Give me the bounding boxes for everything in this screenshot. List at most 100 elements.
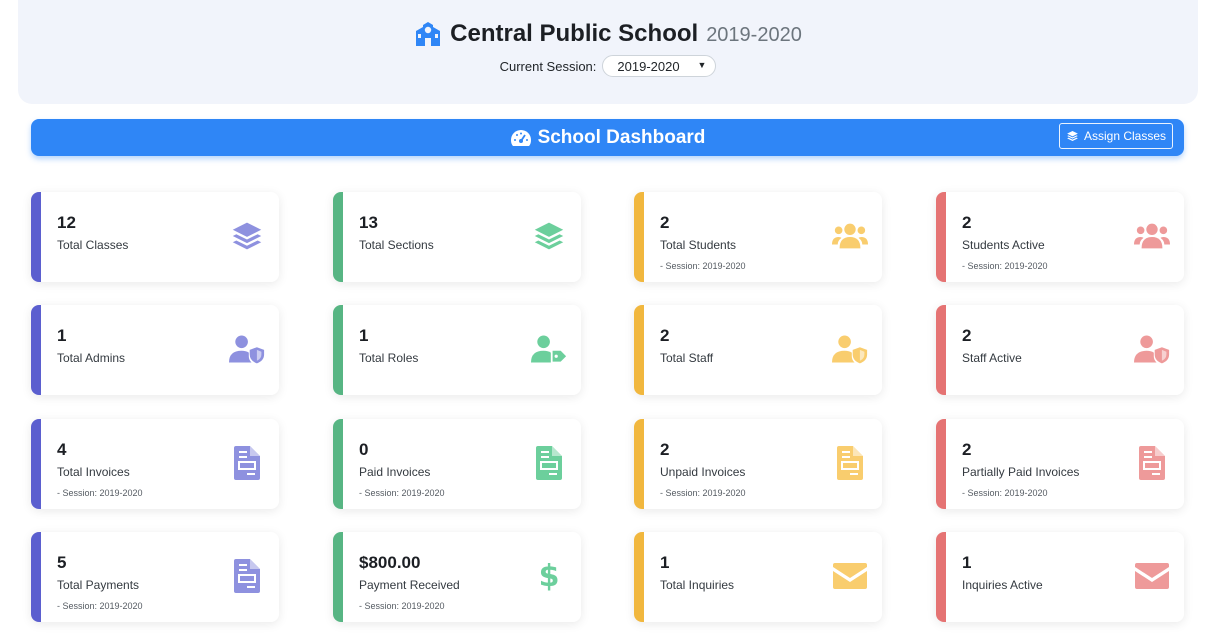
user-shield-icon <box>229 331 265 367</box>
stat-value: 2 <box>962 326 972 345</box>
stat-label: Paid Invoices <box>359 465 431 479</box>
layers-icon <box>229 218 265 254</box>
stat-card[interactable]: 2 Partially Paid Invoices - Session: 2019-… <box>936 419 1184 509</box>
stat-value: 1 <box>660 553 670 572</box>
stat-session: - Session: 2019-2020 <box>359 488 445 498</box>
card-accent-bar <box>31 305 41 395</box>
stat-card[interactable]: 2 Total Staff <box>634 305 882 395</box>
dashboard-title-text: School Dashboard <box>537 126 706 148</box>
stat-session: - Session: 2019-2020 <box>660 261 746 271</box>
school-icon <box>414 21 442 47</box>
school-title-row: Central Public School 2019-2020 <box>414 19 802 49</box>
gauge-icon <box>510 129 532 147</box>
stat-label: Payment Received <box>359 578 460 592</box>
stat-label: Partially Paid Invoices <box>962 465 1080 479</box>
layers-icon <box>531 218 567 254</box>
stat-value: 1 <box>57 326 67 345</box>
assign-classes-label: Assign Classes <box>1083 129 1166 143</box>
stat-session: - Session: 2019-2020 <box>962 488 1048 498</box>
stat-label: Total Admins <box>57 351 126 365</box>
stat-label: Total Roles <box>359 351 419 365</box>
stat-label: Inquiries Active <box>962 578 1043 592</box>
stat-card[interactable]: 5 Total Payments - Session: 2019-2020 <box>31 532 279 622</box>
invoice-icon <box>531 445 567 481</box>
card-accent-bar <box>333 192 343 282</box>
dashboard-bar: School Dashboard Assign Classes <box>31 119 1184 156</box>
invoice-icon <box>832 445 868 481</box>
stat-card[interactable]: 1 Inquiries Active <box>936 532 1184 622</box>
card-accent-bar <box>936 192 946 282</box>
stat-value: 2 <box>962 440 972 459</box>
user-tag-icon <box>531 331 567 367</box>
envelope-icon <box>832 558 868 594</box>
stat-label: Unpaid Invoices <box>660 465 746 479</box>
stat-value: 5 <box>57 553 67 572</box>
stat-session: - Session: 2019-2020 <box>359 601 445 611</box>
stat-session: - Session: 2019-2020 <box>57 601 143 611</box>
user-shield-icon <box>1134 331 1170 367</box>
user-shield-icon <box>832 331 868 367</box>
stat-session: - Session: 2019-2020 <box>962 261 1048 271</box>
chevron-down-icon: ▼ <box>697 60 707 70</box>
stat-value: 12 <box>57 213 76 232</box>
stat-label: Total Staff <box>660 351 714 365</box>
stat-card[interactable]: 2 Total Students - Session: 2019-2020 <box>634 192 882 282</box>
session-select[interactable]: 2019-2020 ▼ <box>602 55 717 77</box>
invoice-icon <box>1134 445 1170 481</box>
stat-value: 2 <box>660 440 670 459</box>
layers-icon <box>1066 130 1079 142</box>
card-accent-bar <box>634 532 644 622</box>
card-accent-bar <box>634 192 644 282</box>
card-accent-bar <box>634 419 644 509</box>
stat-value: 1 <box>962 553 972 572</box>
stat-label: Total Inquiries <box>660 578 735 592</box>
stat-label: Total Sections <box>359 238 434 252</box>
stat-label: Total Payments <box>57 578 140 592</box>
stat-label: Total Classes <box>57 238 129 252</box>
stat-value: 2 <box>962 213 972 232</box>
stat-card[interactable]: $800.00 Payment Received - Session: 2019-2… <box>333 532 581 622</box>
card-accent-bar <box>333 305 343 395</box>
stat-card[interactable]: 1 Total Roles <box>333 305 581 395</box>
stat-card[interactable]: 0 Paid Invoices - Session: 2019-2020 <box>333 419 581 509</box>
stat-value: 2 <box>660 326 670 345</box>
stat-session: - Session: 2019-2020 <box>57 488 143 498</box>
stat-card[interactable]: 1 Total Inquiries <box>634 532 882 622</box>
stat-card[interactable]: 1 Total Admins <box>31 305 279 395</box>
school-name: Central Public School <box>450 20 699 47</box>
card-accent-bar <box>936 305 946 395</box>
stat-value: 4 <box>57 440 67 459</box>
scrollbar[interactable] <box>1198 0 1212 642</box>
stat-label: Students Active <box>962 238 1045 252</box>
stat-value: 0 <box>359 440 369 459</box>
session-label: Current Session: <box>499 58 597 74</box>
stat-card[interactable]: 4 Total Invoices - Session: 2019-2020 <box>31 419 279 509</box>
session-row: Current Session: 2019-2020 ▼ <box>500 55 717 77</box>
stat-session: - Session: 2019-2020 <box>660 488 746 498</box>
stat-card[interactable]: 13 Total Sections <box>333 192 581 282</box>
stat-label: Total Students <box>660 238 737 252</box>
session-selected-value: 2019-2020 <box>617 58 680 74</box>
card-accent-bar <box>31 532 41 622</box>
card-accent-bar <box>333 532 343 622</box>
card-accent-bar <box>333 419 343 509</box>
stat-card[interactable]: 2 Staff Active <box>936 305 1184 395</box>
stat-value: 13 <box>359 213 378 232</box>
card-accent-bar <box>31 192 41 282</box>
dashboard-title: School Dashboard <box>510 126 706 149</box>
users-icon <box>832 218 868 254</box>
dollar-glyph: $ <box>538 558 560 594</box>
assign-classes-button[interactable]: Assign Classes <box>1058 123 1173 149</box>
card-accent-bar <box>936 419 946 509</box>
stat-card[interactable]: 2 Unpaid Invoices - Session: 2019-2020 <box>634 419 882 509</box>
card-accent-bar <box>936 532 946 622</box>
school-year: 2019-2020 <box>706 23 802 46</box>
stat-card[interactable]: 12 Total Classes <box>31 192 279 282</box>
stat-value: 1 <box>359 326 369 345</box>
envelope-icon <box>1134 558 1170 594</box>
invoice-icon <box>229 558 265 594</box>
stat-card[interactable]: 2 Students Active - Session: 2019-2020 <box>936 192 1184 282</box>
card-accent-bar <box>634 305 644 395</box>
stat-label: Total Invoices <box>57 465 130 479</box>
dollar-icon: $ <box>531 558 567 594</box>
